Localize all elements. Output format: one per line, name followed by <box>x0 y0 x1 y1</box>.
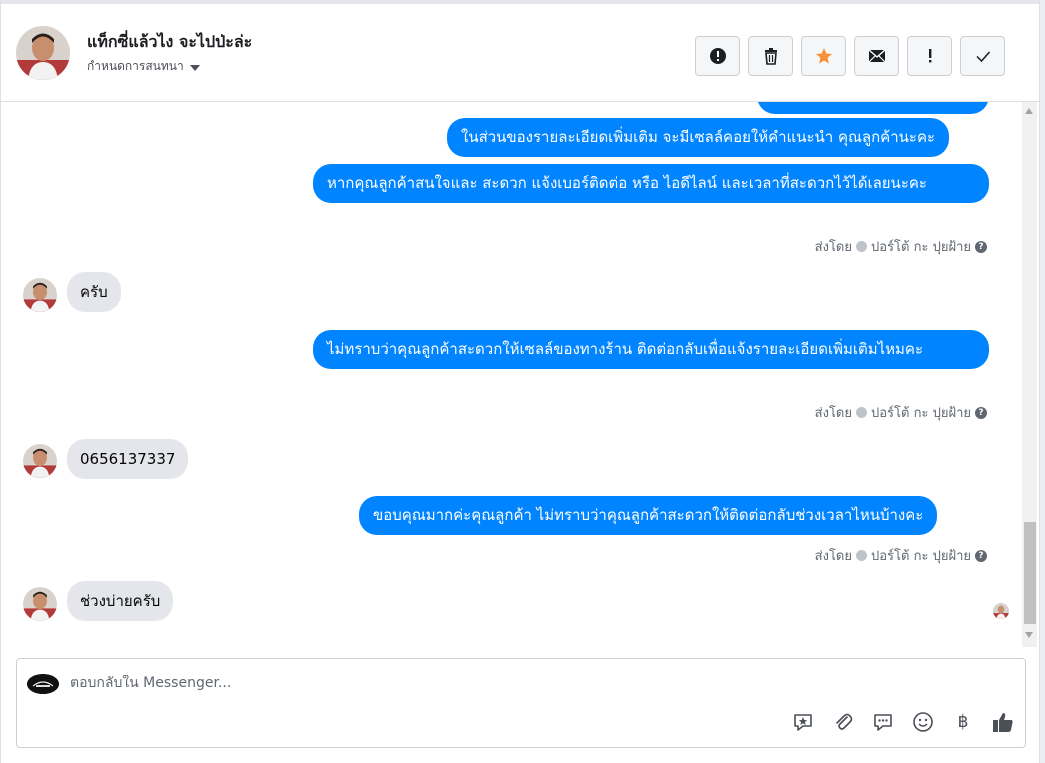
sent-by-label: ส่งโดย ปอร์โต้ กะ ปุยฝ้าย ? <box>815 402 987 423</box>
sticker-icon[interactable] <box>791 710 815 734</box>
message-bubble-incoming[interactable]: ช่วงบ่ายครับ <box>67 581 174 621</box>
sent-by-agent: ปอร์โต้ กะ ปุยฝ้าย <box>871 549 971 564</box>
check-icon <box>975 51 990 63</box>
composer-tools: ฿ <box>791 710 1015 734</box>
sent-by-prefix: ส่งโดย <box>814 549 852 564</box>
message-bubble-clipped <box>757 102 989 114</box>
contact-avatar[interactable] <box>16 26 70 80</box>
scrollbar-thumb[interactable] <box>1024 522 1036 624</box>
customer-avatar <box>23 444 57 478</box>
scroll-down-arrow-icon[interactable] <box>1025 632 1033 638</box>
message-bubble-outgoing[interactable]: หากคุณลูกค้าสนใจและ สะดวก แจ้งเบอร์ติดต่… <box>313 164 989 203</box>
mark-unread-button[interactable] <box>854 36 899 76</box>
message-text: ไม่ทราบว่าคุณลูกค้าสะดวกให้เซลล์ของทางร้… <box>327 340 924 358</box>
payment-baht-icon[interactable]: ฿ <box>951 710 975 734</box>
message-thread[interactable]: ในส่วนของรายละเอียดเพิ่มเติม จะมีเซลล์คอ… <box>1 102 1039 647</box>
star-icon <box>815 48 832 64</box>
message-text: หากคุณลูกค้าสนใจและ สะดวก แจ้งเบอร์ติดต่… <box>327 174 927 192</box>
envelope-icon <box>868 49 885 63</box>
page-logo <box>27 674 59 694</box>
sent-by-label: ส่งโดย ปอร์โต้ กะ ปุยฝ้าย ? <box>815 545 987 566</box>
message-bubble-incoming[interactable]: ครับ <box>67 272 121 312</box>
customer-avatar <box>23 587 57 621</box>
message-bubble-outgoing[interactable]: ขอบคุณมากค่ะคุณลูกค้า ไม่ทราบว่าคุณลูกค้… <box>359 496 938 535</box>
message-text: 0656137337 <box>80 450 176 468</box>
customer-avatar <box>23 278 57 312</box>
mark-done-button[interactable] <box>960 36 1005 76</box>
saved-replies-icon[interactable] <box>871 710 895 734</box>
assign-conversation-dropdown[interactable]: กำหนดการสนทนา <box>87 57 200 76</box>
conversation-panel: แท็กซี่แล้วไง จะไปป่ะล่ะ กำหนดการสนทนา ใ… <box>0 0 1040 763</box>
message-bubble-outgoing[interactable]: ไม่ทราบว่าคุณลูกค้าสะดวกให้เซลล์ของทางร้… <box>313 330 989 369</box>
sent-by-prefix: ส่งโดย <box>814 406 852 421</box>
header-actions <box>695 36 1005 76</box>
message-text: ครับ <box>80 283 108 301</box>
exclamation-icon <box>928 49 931 63</box>
message-text: ขอบคุณมากค่ะคุณลูกค้า ไม่ทราบว่าคุณลูกค้… <box>373 506 924 524</box>
report-spam-button[interactable] <box>695 36 740 76</box>
attachment-icon[interactable] <box>831 710 855 734</box>
help-icon[interactable]: ? <box>975 406 987 419</box>
like-icon[interactable] <box>991 710 1015 734</box>
caret-down-icon <box>189 64 200 71</box>
assign-label: กำหนดการสนทนา <box>87 59 184 73</box>
scroll-up-arrow-icon[interactable] <box>1025 108 1033 114</box>
help-icon[interactable]: ? <box>975 549 987 562</box>
verified-check-icon <box>856 550 867 561</box>
sent-by-agent: ปอร์โต้ กะ ปุยฝ้าย <box>871 240 971 255</box>
verified-check-icon <box>856 241 867 252</box>
reply-composer: ฿ <box>16 658 1026 748</box>
sent-by-label: ส่งโดย ปอร์โต้ กะ ปุยฝ้าย ? <box>815 236 987 257</box>
verified-check-icon <box>856 407 867 418</box>
alert-circle-icon <box>709 48 726 64</box>
baht-symbol: ฿ <box>957 712 969 732</box>
trash-icon <box>764 48 777 65</box>
help-icon[interactable]: ? <box>975 240 987 253</box>
star-button[interactable] <box>801 36 846 76</box>
sent-by-prefix: ส่งโดย <box>814 240 852 255</box>
message-text: ในส่วนของรายละเอียดเพิ่มเติม จะมีเซลล์คอ… <box>461 128 936 146</box>
message-bubble-incoming[interactable]: 0656137337 <box>67 439 189 479</box>
sent-by-agent: ปอร์โต้ กะ ปุยฝ้าย <box>871 406 971 421</box>
seen-indicator-avatar <box>993 603 1009 619</box>
emoji-icon[interactable] <box>911 710 935 734</box>
message-text: ช่วงบ่ายครับ <box>80 592 161 610</box>
page-edge <box>1040 0 1045 763</box>
reply-input[interactable] <box>70 675 770 691</box>
conversation-header: แท็กซี่แล้วไง จะไปป่ะล่ะ กำหนดการสนทนา <box>1 0 1039 102</box>
contact-name: แท็กซี่แล้วไง จะไปป่ะล่ะ <box>87 32 253 51</box>
follow-up-button[interactable] <box>907 36 952 76</box>
delete-button[interactable] <box>748 36 793 76</box>
message-bubble-outgoing[interactable]: ในส่วนของรายละเอียดเพิ่มเติม จะมีเซลล์คอ… <box>447 118 950 157</box>
